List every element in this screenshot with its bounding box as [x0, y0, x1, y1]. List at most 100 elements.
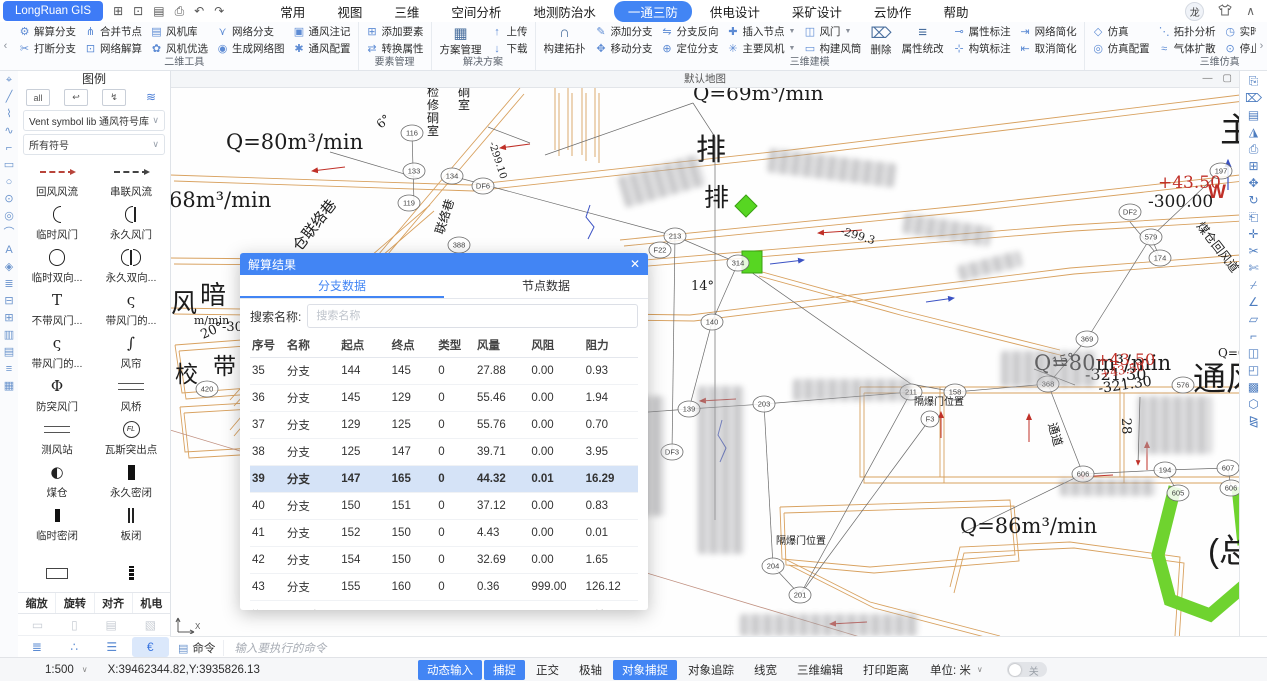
ribbon-button-网络简化[interactable]: ⇥网络简化: [1016, 23, 1080, 40]
ribbon-scroll-left-icon[interactable]: ‹: [0, 22, 11, 70]
bucket-tool-icon[interactable]: ▭: [32, 618, 43, 632]
table-row[interactable]: 36分支145129055.460.001.94: [250, 385, 638, 412]
map-node-DF2[interactable]: DF2: [1119, 204, 1141, 220]
command-bar[interactable]: ▤ 命令 输入要执行的命令: [170, 636, 1267, 659]
table-row[interactable]: 41分支15215004.430.000.01: [250, 520, 638, 547]
line-tool-icon[interactable]: ╱: [6, 92, 13, 103]
theme-icon[interactable]: [1218, 4, 1232, 19]
ribbon-button-移动分支[interactable]: ✥移动分支: [592, 40, 656, 57]
ribbon-button-构建风筒[interactable]: ▭构建风筒: [800, 40, 864, 57]
legend-item-2[interactable]: 临时风门: [20, 206, 94, 242]
user-avatar[interactable]: 龙: [1185, 2, 1204, 21]
legend-item-12[interactable]: 测风站: [20, 421, 94, 457]
duplicate-icon[interactable]: ⎗: [1249, 211, 1259, 223]
legend-item-4[interactable]: 临时双向...: [20, 249, 94, 285]
ribbon-button-打断分支[interactable]: ✂打断分支: [15, 40, 79, 57]
map-node-F22[interactable]: F22: [649, 242, 671, 258]
ribbon-button-仿真[interactable]: ◇仿真: [1089, 23, 1153, 40]
map-node-133[interactable]: 133: [403, 163, 425, 179]
legend-item-6[interactable]: T不带风门...: [20, 292, 94, 328]
map-node-388[interactable]: 388: [448, 237, 470, 253]
map-node-213[interactable]: 213: [664, 228, 686, 244]
legend-item-0[interactable]: 回风风流: [20, 163, 94, 199]
ribbon-button-仿真配置[interactable]: ◎仿真配置: [1089, 40, 1153, 57]
minimize-icon[interactable]: —: [1203, 73, 1213, 84]
ribbon-button-删除[interactable]: ⌦删除: [866, 23, 895, 57]
ribbon-button-风机库[interactable]: ▤风机库: [147, 23, 211, 40]
ribbon-button-属性统改[interactable]: ≡属性统改: [898, 23, 948, 57]
filter-all-button[interactable]: all: [26, 89, 50, 106]
note-icon[interactable]: ▤: [1248, 109, 1259, 121]
map-node-203[interactable]: 203: [753, 396, 775, 412]
ribbon-button-插入节点[interactable]: ✚插入节点▼: [724, 23, 799, 40]
map-node-119[interactable]: 119: [398, 195, 420, 211]
ribbon-button-合并节点[interactable]: ⋔合并节点: [81, 23, 145, 40]
fill-tool-icon[interactable]: ▧: [145, 618, 156, 632]
power-toggle[interactable]: 关: [1007, 662, 1047, 677]
ribbon-button-转换属性[interactable]: ⇄转换属性: [363, 40, 427, 57]
align-left-icon[interactable]: ≣: [4, 279, 13, 290]
polyline-tool-icon[interactable]: ⌇: [6, 109, 11, 120]
align-top-icon[interactable]: ⊟: [4, 296, 13, 307]
ribbon-button-构筑标注[interactable]: ⊹构筑标注: [950, 40, 1014, 57]
distribute-v-icon[interactable]: ▤: [4, 347, 14, 358]
nav-list-icon[interactable]: ☰: [93, 636, 131, 658]
align-middle-icon[interactable]: ≡: [6, 364, 12, 375]
status-toggle-极轴[interactable]: 极轴: [570, 660, 611, 680]
nav-legend-icon[interactable]: €: [132, 637, 170, 657]
map-node-420[interactable]: 420: [196, 381, 218, 397]
maximize-icon[interactable]: ▢: [1223, 73, 1232, 84]
menu-item-2[interactable]: 三维: [380, 1, 433, 22]
redo-icon[interactable]: ↷: [214, 4, 224, 19]
corner-tool-icon[interactable]: ⌐: [6, 143, 12, 154]
select-tool-icon[interactable]: ⌖: [6, 75, 12, 86]
legend-item-8[interactable]: ς带风门的...: [20, 335, 94, 371]
nav-scheme-icon[interactable]: ∴: [56, 636, 94, 658]
trim-icon[interactable]: ✄: [1248, 262, 1258, 274]
status-toggle-对象追踪[interactable]: 对象追踪: [679, 660, 743, 680]
map-node-204[interactable]: 204: [762, 558, 784, 574]
brand-button[interactable]: LongRuan GIS: [3, 1, 103, 21]
map-node-134[interactable]: 134: [441, 168, 463, 184]
text-tool-icon[interactable]: A: [5, 245, 12, 256]
ribbon-button-属性标注[interactable]: ⊸属性标注: [950, 23, 1014, 40]
ribbon-button-解算分支[interactable]: ⚙解算分支: [15, 23, 79, 40]
table-row[interactable]: 37分支129125055.760.000.70: [250, 412, 638, 439]
angle-icon[interactable]: ∠: [1248, 296, 1259, 308]
copy-icon[interactable]: ⎘: [1249, 75, 1259, 87]
hatch-icon[interactable]: ⬡: [1248, 398, 1258, 410]
new-file-icon[interactable]: ⊞: [113, 4, 123, 19]
map-node-194[interactable]: 194: [1154, 462, 1176, 478]
window-icon[interactable]: ◫: [1248, 347, 1259, 359]
map-node-576[interactable]: 576: [1172, 377, 1194, 393]
map-node-174[interactable]: 174: [1149, 250, 1171, 266]
status-toggle-打印距离[interactable]: 打印距离: [854, 660, 918, 680]
ribbon-button-网络解算[interactable]: ⊡网络解算: [81, 40, 145, 57]
status-toggle-三维编辑[interactable]: 三维编辑: [788, 660, 852, 680]
legend-item-7[interactable]: ς带风门的...: [94, 292, 168, 328]
legend-item-18[interactable]: [20, 550, 94, 586]
ribbon-button-添加要素[interactable]: ⊞添加要素: [363, 23, 427, 40]
offset-icon[interactable]: ⌐: [1250, 330, 1257, 342]
menu-item-7[interactable]: 采矿设计: [778, 1, 856, 22]
ribbon-button-气体扩散[interactable]: ≈气体扩散: [1155, 40, 1219, 57]
array-icon[interactable]: ⊞: [1248, 160, 1258, 172]
menu-item-8[interactable]: 云协作: [860, 1, 926, 22]
ribbon-button-停止仿真[interactable]: ⊙停止仿真: [1221, 40, 1256, 57]
table-row[interactable]: 40分支150151037.120.000.83: [250, 493, 638, 520]
menu-item-9[interactable]: 帮助: [929, 1, 982, 22]
viewport-icon[interactable]: ◰: [1248, 364, 1259, 376]
map-node-139[interactable]: 139: [678, 401, 700, 417]
ribbon-button-方案管理[interactable]: ▦方案管理: [436, 23, 486, 57]
map-node-369[interactable]: 369: [1076, 331, 1098, 347]
legend-item-16[interactable]: 临时密闭: [20, 507, 94, 543]
ribbon-button-构建拓扑[interactable]: ∩构建拓扑: [540, 23, 590, 57]
menu-item-6[interactable]: 供电设计: [696, 1, 774, 22]
dialog-tab-1[interactable]: 节点数据: [444, 275, 648, 298]
legend-item-14[interactable]: ◐煤仓: [20, 464, 94, 500]
legend-item-15[interactable]: 永久密闭: [94, 464, 168, 500]
command-input[interactable]: 输入要执行的命令: [234, 640, 326, 656]
open-file-icon[interactable]: ⊡: [133, 4, 143, 19]
map-node-314[interactable]: 314: [727, 255, 749, 271]
print-icon[interactable]: ⎙: [175, 4, 185, 19]
